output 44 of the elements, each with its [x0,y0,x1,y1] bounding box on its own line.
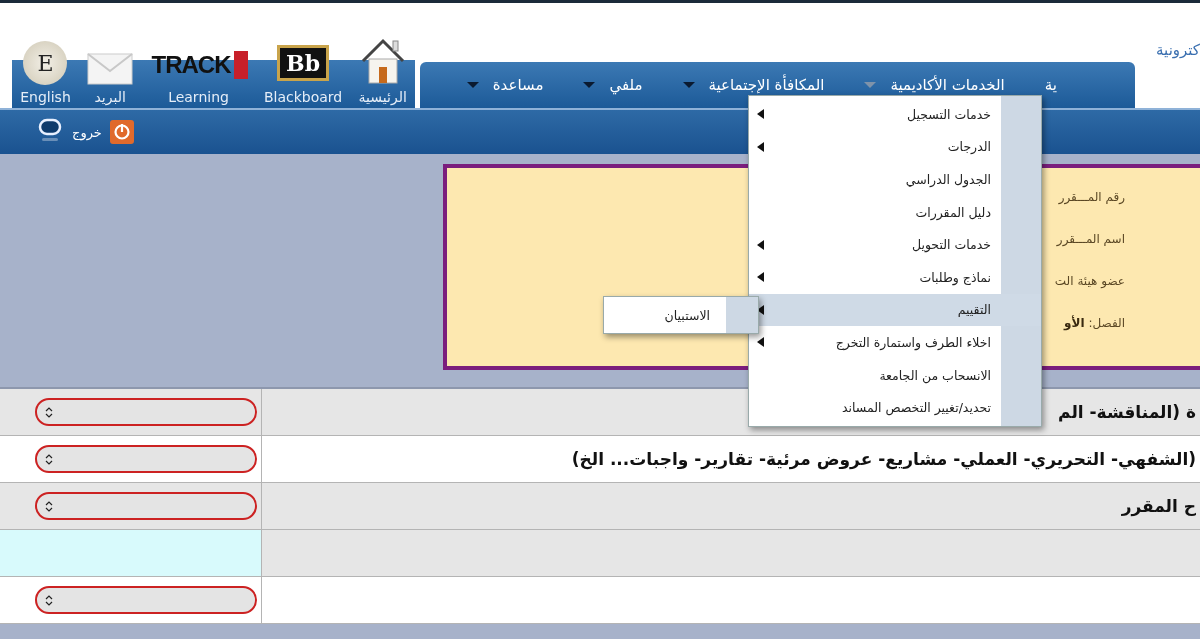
updown-icon [45,500,53,512]
power-icon [109,120,134,144]
updown-icon [45,453,53,465]
coin-icon: E [23,41,68,85]
caret-icon [682,82,695,88]
dropdown-item[interactable]: الدرجات [749,130,1041,164]
info-label: اسم المـــقرر [1056,232,1125,248]
chat-icon [38,118,62,142]
caret-icon [466,82,479,88]
select-field[interactable] [35,445,257,473]
dropdown-item[interactable]: تحديد/تغيير التخصص المساند [749,391,1041,424]
dropdown-item[interactable]: الانسحاب من الجامعة [749,358,1041,392]
menu-item[interactable]: مساعدة [466,76,544,94]
select-field[interactable] [35,586,257,614]
select-field[interactable] [35,492,257,520]
info-label: عضو هيئة الت [1054,274,1125,290]
updown-icon [45,594,53,606]
dropdown-item[interactable]: التقييم [749,293,1041,327]
menu-item[interactable]: ملفي [583,76,643,94]
dropdown-item[interactable]: خدمات التحويل [749,228,1041,261]
info-label: الفصل: الأو [1064,316,1125,333]
menu-item[interactable]: الخدمات الأكاديمية [864,76,1005,94]
blackboard-logo: Bb [277,45,330,81]
row-label: (الشفهي- التحريري- العملي- مشاريع- عروض مرئية- تقارير- واجبات... الخ) [571,449,1196,469]
row-label: ة (المناقشة- الم [1058,402,1196,422]
caret-icon [864,82,877,88]
blackboard-link[interactable]: Bb Blackboard [263,45,343,108]
mail-link[interactable]: البريد [87,53,134,108]
logout-link[interactable]: خروج [72,120,134,144]
menu-item[interactable]: ية [1044,76,1057,94]
select-field[interactable] [35,398,257,426]
dropdown-item[interactable]: خدمات التسجيل [749,98,1041,131]
caret-icon [583,82,596,88]
english-link[interactable]: E English [20,41,71,108]
dropdown-item[interactable]: الجدول الدراسي [749,163,1041,196]
dropdown-item[interactable]: نماذج وطلبات [749,260,1041,294]
envelope-icon [87,53,134,85]
updown-icon [45,406,53,418]
menu-item[interactable]: المكافأة الإجتماعية [682,76,825,94]
portal-tab[interactable]: كترونية [1156,40,1200,59]
row-label: ح المقرر [1121,496,1196,516]
info-label: رقم المـــقرر [1058,190,1125,207]
dropdown-item[interactable]: دليل المقررات [749,195,1041,229]
home-link[interactable]: الرئيسية [358,37,407,108]
